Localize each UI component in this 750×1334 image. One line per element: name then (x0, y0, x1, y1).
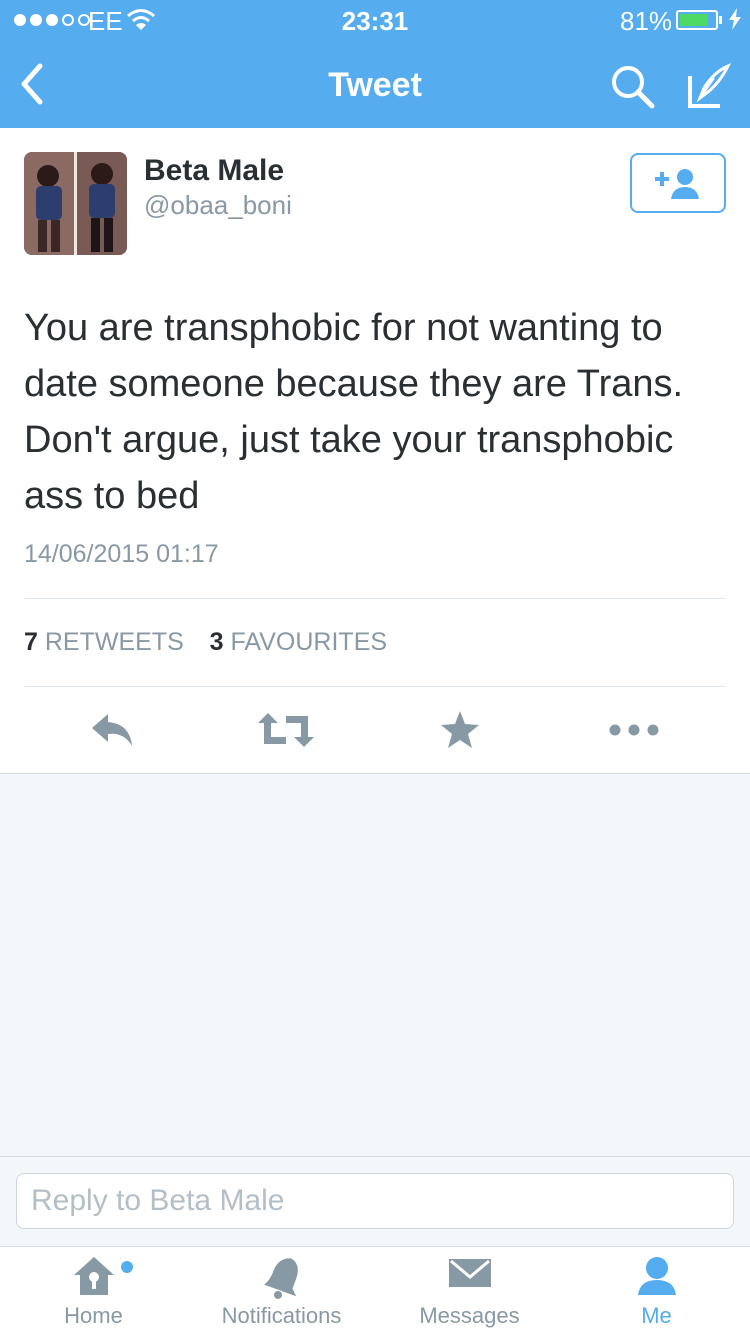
status-bar: EE 23:31 81% (0, 0, 750, 40)
follow-button[interactable] (630, 153, 726, 213)
star-icon (441, 711, 479, 748)
divider (24, 598, 726, 599)
more-options-button[interactable] (604, 698, 664, 762)
search-icon[interactable] (608, 62, 656, 110)
tab-me-label: Me (641, 1303, 672, 1328)
tab-messages-label: Messages (419, 1303, 520, 1328)
tab-notifications[interactable]: Notifications (188, 1247, 375, 1334)
envelope-icon (448, 1259, 491, 1287)
tweet-timestamp: 14/06/2015 01:17 (24, 540, 219, 568)
header: EE 23:31 81% Tweet (0, 0, 750, 128)
home-icon (73, 1257, 114, 1295)
tab-home[interactable]: Home (0, 1247, 187, 1334)
avatar[interactable] (24, 152, 127, 255)
charging-bolt-icon (729, 8, 741, 30)
person-icon (637, 1257, 676, 1295)
tweet-actions (0, 698, 750, 762)
tweet-text: You are transphobic for not wanting to d… (24, 307, 684, 517)
tweet-card: Beta Male @obaa_boni You are transphobic… (0, 128, 750, 774)
compose-tweet-icon[interactable] (684, 62, 732, 110)
retweet-icon (258, 713, 314, 747)
favourite-button[interactable] (430, 698, 490, 762)
more-dots-icon (609, 724, 659, 736)
reply-button[interactable] (83, 698, 143, 762)
new-content-indicator (121, 1261, 133, 1273)
user-handle[interactable]: @obaa_boni (144, 190, 292, 221)
add-user-icon (655, 169, 699, 199)
tab-me[interactable]: Me (563, 1247, 750, 1334)
reply-arrow-icon (92, 714, 132, 746)
reply-bar (0, 1156, 750, 1246)
tweet-stats: 7 RETWEETS 3 FAVOURITES (24, 628, 387, 657)
tab-bar: Home Notifications Messages Me (0, 1246, 750, 1334)
tab-messages[interactable]: Messages (376, 1247, 563, 1334)
tab-home-label: Home (64, 1303, 123, 1328)
battery-icon (676, 10, 718, 30)
divider (24, 686, 726, 687)
retweets-count[interactable]: 7 (24, 628, 38, 656)
favourites-label[interactable]: FAVOURITES (231, 628, 388, 656)
retweet-button[interactable] (256, 698, 316, 762)
nav-bar: Tweet (0, 40, 750, 128)
reply-input[interactable] (16, 1173, 734, 1229)
retweets-label[interactable]: RETWEETS (45, 628, 184, 656)
battery-percentage: 81% (620, 6, 673, 36)
display-name[interactable]: Beta Male (144, 154, 284, 188)
favourites-count[interactable]: 3 (210, 628, 224, 656)
tab-notifications-label: Notifications (221, 1303, 342, 1328)
bell-icon (263, 1258, 298, 1299)
battery-nub (719, 16, 722, 24)
